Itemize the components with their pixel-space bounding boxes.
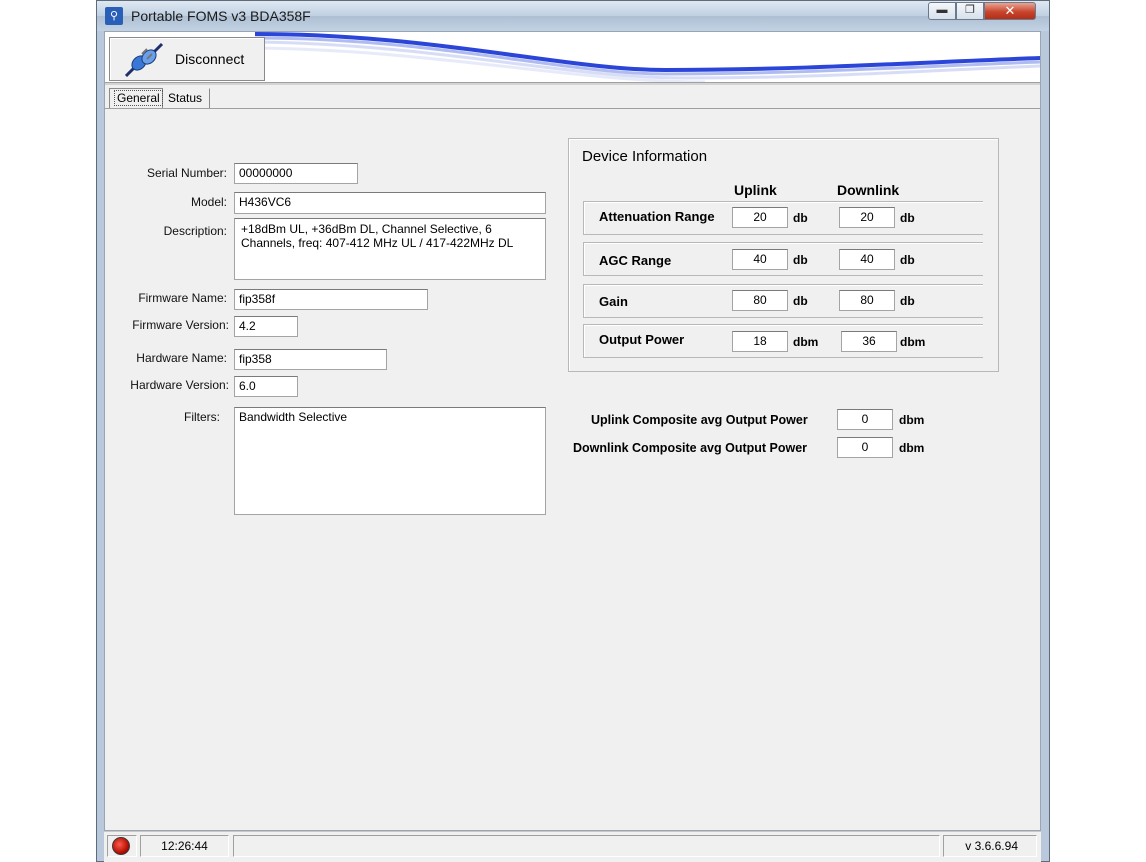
tab-general-label: General [114,90,163,106]
uplink-composite-label: Uplink Composite avg Output Power [591,413,808,427]
tab-status[interactable]: Status [164,88,210,108]
tab-general[interactable]: General [109,88,163,108]
downlink-composite-label: Downlink Composite avg Output Power [573,441,808,455]
output-power-uplink-unit: dbm [793,335,819,349]
hardware-version-field[interactable]: 6.0 [234,376,298,397]
hardware-version-label: Hardware Version: [130,378,229,392]
tab-baseline [105,108,1040,109]
firmware-name-field[interactable]: fip358f [234,289,428,310]
firmware-name-label: Firmware Name: [138,291,227,305]
model-label: Model: [190,195,227,209]
description-field[interactable]: +18dBm UL, +36dBm DL, Channel Selective,… [234,218,546,280]
hardware-name-label: Hardware Name: [136,351,227,365]
output-power-label: Output Power [599,332,685,347]
attenuation-downlink-unit: db [900,211,915,225]
output-power-uplink-field[interactable]: 18 [732,331,788,352]
firmware-version-field[interactable]: 4.2 [234,316,298,337]
agc-downlink-field[interactable]: 40 [839,249,895,270]
output-power-downlink-field[interactable]: 36 [841,331,897,352]
description-label: Description: [163,224,227,238]
attenuation-range-label: Attenuation Range [599,209,715,224]
status-time: 12:26:44 [140,835,229,857]
agc-uplink-unit: db [793,253,808,267]
attenuation-downlink-field[interactable]: 20 [839,207,895,228]
agc-downlink-unit: db [900,253,915,267]
attenuation-uplink-unit: db [793,211,808,225]
agc-uplink-field[interactable]: 40 [732,249,788,270]
downlink-composite-field[interactable]: 0 [837,437,893,458]
output-power-downlink-unit: dbm [900,335,926,349]
uplink-column-header: Uplink [734,182,777,198]
gain-label: Gain [599,294,628,309]
gain-downlink-unit: db [900,294,915,308]
hardware-name-field[interactable]: fip358 [234,349,387,370]
firmware-version-label: Firmware Version: [132,318,229,332]
maximize-button[interactable]: ❐ [956,2,984,20]
uplink-composite-unit: dbm [899,413,925,427]
header-divider [105,82,1040,85]
window-title: Portable FOMS v3 BDA358F [131,8,311,24]
filters-label: Filters: [184,410,220,424]
app-icon: ⚲ [105,7,123,25]
plug-icon [124,42,164,78]
gain-uplink-field[interactable]: 80 [732,290,788,311]
agc-range-label: AGC Range [599,253,672,268]
downlink-column-header: Downlink [837,182,900,198]
gain-uplink-unit: db [793,294,808,308]
disconnect-label: Disconnect [175,51,245,67]
downlink-composite-unit: dbm [899,441,925,455]
close-button[interactable]: ✕ [984,2,1036,20]
uplink-composite-field[interactable]: 0 [837,409,893,430]
serial-number-field[interactable]: 00000000 [234,163,358,184]
device-information-title: Device Information [582,148,708,165]
serial-number-label: Serial Number: [146,166,227,180]
status-version: v 3.6.6.94 [943,835,1037,857]
minimize-button[interactable]: ▬ [928,2,956,20]
attenuation-uplink-field[interactable]: 20 [732,207,788,228]
model-field[interactable]: H436VC6 [234,192,546,214]
connection-status-led-icon [112,837,130,855]
filters-list[interactable]: Bandwidth Selective [234,407,546,515]
gain-downlink-field[interactable]: 80 [839,290,895,311]
status-message-pane [233,835,940,857]
